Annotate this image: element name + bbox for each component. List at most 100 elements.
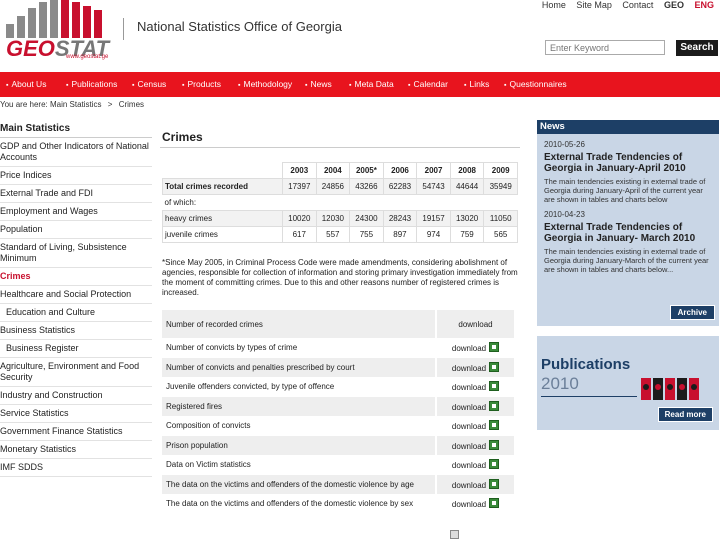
sidebar-item-external-trade[interactable]: External Trade and FDI <box>0 185 152 203</box>
year-header: 2009 <box>483 162 518 179</box>
breadcrumb-main-statistics[interactable]: Main Statistics <box>50 100 102 109</box>
downloads-header-label: Number of recorded crimes <box>162 310 436 338</box>
lang-geo-link[interactable]: GEO <box>664 0 684 10</box>
table-cell: 19157 <box>416 210 451 227</box>
sidebar-item-monetary[interactable]: Monetary Statistics <box>0 441 152 459</box>
sidebar-item-gdp[interactable]: GDP and Other Indicators of National Acc… <box>0 138 152 167</box>
sidebar-item-education[interactable]: Education and Culture <box>0 304 152 322</box>
year-header: 2005* <box>349 162 384 179</box>
site-map-link[interactable]: Site Map <box>576 0 612 10</box>
sidebar-item-healthcare[interactable]: Healthcare and Social Protection <box>0 286 152 304</box>
sidebar-item-government-finance[interactable]: Government Finance Statistics <box>0 423 152 441</box>
table-cell: 17397 <box>282 178 317 195</box>
sidebar-item-standard-of-living[interactable]: Standard of Living, Subsistence Minimum <box>0 239 152 268</box>
download-link[interactable]: download <box>435 494 514 514</box>
news-title-link[interactable]: External Trade Tendencies of Georgia in … <box>544 152 715 174</box>
nav-publications[interactable]: Publications <box>66 72 117 97</box>
lang-eng-link[interactable]: ENG <box>694 0 714 10</box>
nav-methodology[interactable]: Methodology <box>238 72 292 97</box>
nav-questionnaires[interactable]: Questionnaires <box>504 72 566 97</box>
table-cell: 62283 <box>382 178 418 195</box>
breadcrumb: You are here: Main Statistics > Crimes <box>0 100 144 109</box>
excel-icon[interactable] <box>489 342 500 353</box>
print-icon[interactable] <box>450 530 459 539</box>
nav-calendar[interactable]: Calendar <box>408 72 448 97</box>
contact-link[interactable]: Contact <box>622 0 653 10</box>
excel-icon[interactable] <box>489 498 500 509</box>
table-row: heavy crimes 10020 12030 24300 28243 191… <box>162 210 518 227</box>
list-item: Juvenile offenders convicted, by type of… <box>162 377 514 397</box>
archive-button[interactable]: Archive <box>669 305 715 320</box>
row-label: of which: <box>162 194 518 211</box>
title-divider <box>160 147 520 148</box>
breadcrumb-prefix: You are here: <box>0 100 48 109</box>
table-cell: 565 <box>483 226 518 243</box>
sidebar-item-population[interactable]: Population <box>0 221 152 239</box>
sidebar-item-business-register[interactable]: Business Register <box>0 340 152 358</box>
row-label: Total crimes recorded <box>162 178 283 195</box>
table-cell: 974 <box>416 226 451 243</box>
news-title-link[interactable]: External Trade Tendencies of Georgia in … <box>544 222 715 244</box>
sidebar-item-service-statistics[interactable]: Service Statistics <box>0 405 152 423</box>
list-item: Number of convicts and penalties prescri… <box>162 357 514 377</box>
sidebar-item-crimes[interactable]: Crimes <box>0 268 152 286</box>
sidebar-item-imf-sdds[interactable]: IMF SDDS <box>0 459 152 477</box>
breadcrumb-crimes: Crimes <box>118 100 145 109</box>
download-link[interactable]: download <box>435 396 514 416</box>
download-link[interactable]: download <box>435 338 514 358</box>
news-heading: News <box>537 120 719 134</box>
download-item-label: Number of convicts and penalties prescri… <box>162 357 436 377</box>
search-input[interactable] <box>545 40 665 55</box>
nav-products[interactable]: Products <box>182 72 221 97</box>
table-header-row: 2003 2004 2005* 2006 2007 2008 2009 <box>162 162 518 179</box>
excel-icon[interactable] <box>489 478 500 489</box>
list-item: The data on the victims and offenders of… <box>162 494 514 514</box>
table-cell: 755 <box>349 226 384 243</box>
table-cell: 557 <box>315 226 351 243</box>
news-panel: News 2010-05-26 External Trade Tendencie… <box>537 120 719 326</box>
nav-news[interactable]: News <box>305 72 331 97</box>
excel-icon[interactable] <box>489 381 500 392</box>
list-item: Number of convicts by types of crime dow… <box>162 338 514 358</box>
year-header: 2003 <box>282 162 317 179</box>
list-item: Data on Victim statistics download <box>162 455 514 475</box>
search-button[interactable]: Search <box>676 40 718 56</box>
read-more-button[interactable]: Read more <box>657 407 713 422</box>
sidebar-item-price-indices[interactable]: Price Indices <box>0 167 152 185</box>
org-name: National Statistics Office of Georgia <box>137 19 342 34</box>
download-link[interactable]: download <box>435 357 514 377</box>
sidebar-item-employment[interactable]: Employment and Wages <box>0 203 152 221</box>
excel-icon[interactable] <box>489 420 500 431</box>
table-cell: 24856 <box>315 178 351 195</box>
download-link[interactable]: download <box>435 416 514 436</box>
download-link[interactable]: download <box>435 377 514 397</box>
excel-icon[interactable] <box>489 400 500 411</box>
page-title: Crimes <box>162 130 203 144</box>
site-header: GEOSTAT www.geostat.ge National Statisti… <box>0 0 720 70</box>
sidebar-item-agriculture[interactable]: Agriculture, Environment and Food Securi… <box>0 358 152 387</box>
nav-links[interactable]: Links <box>464 72 489 97</box>
footnote: *Since May 2005, in Criminal Process Cod… <box>162 258 518 297</box>
row-label: heavy crimes <box>162 210 283 227</box>
publications-title[interactable]: Publications <box>541 356 630 373</box>
download-link[interactable]: download <box>435 435 514 455</box>
excel-icon[interactable] <box>489 459 500 470</box>
sidebar-item-business-statistics[interactable]: Business Statistics <box>0 322 152 340</box>
table-cell: 617 <box>282 226 317 243</box>
nav-meta-data[interactable]: Meta Data <box>349 72 393 97</box>
geostat-logo[interactable]: GEOSTAT www.geostat.ge <box>4 0 114 64</box>
download-item-label: Registered fires <box>162 396 436 416</box>
news-date: 2010-05-26 <box>544 140 585 149</box>
excel-icon[interactable] <box>489 439 500 450</box>
nav-census[interactable]: Census <box>132 72 166 97</box>
nav-about-us[interactable]: About Us <box>6 72 46 97</box>
home-link[interactable]: Home <box>542 0 566 10</box>
excel-icon[interactable] <box>489 361 500 372</box>
sidebar-item-industry[interactable]: Industry and Construction <box>0 387 152 405</box>
download-link[interactable]: download <box>435 455 514 475</box>
publications-rule <box>541 396 637 397</box>
top-links: Home Site Map Contact GEO ENG <box>534 0 714 10</box>
table-cell: 11050 <box>483 210 518 227</box>
downloads-table: Number of recorded crimes download Numbe… <box>162 310 514 514</box>
download-link[interactable]: download <box>435 474 514 494</box>
